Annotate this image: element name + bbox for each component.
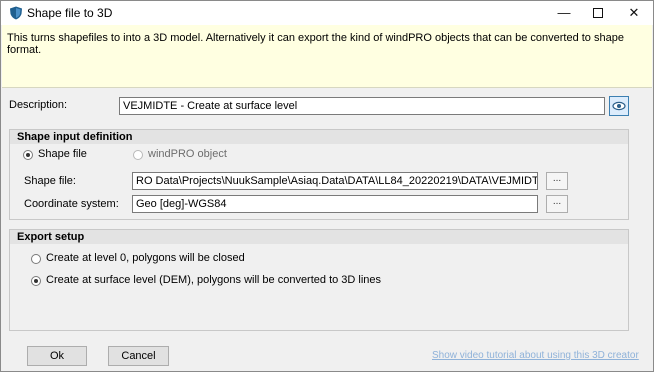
level0-option-label[interactable]: Create at level 0, polygons will be clos… [46, 252, 245, 264]
level0-radio[interactable] [31, 254, 41, 264]
video-tutorial-link[interactable]: Show video tutorial about using this 3D … [432, 350, 639, 361]
coordinate-system-browse-button[interactable]: ... [546, 195, 568, 213]
info-panel: This turns shapefiles to into a 3D model… [2, 25, 652, 88]
shape-file-field[interactable]: RO Data\Projects\NuukSample\Asiaq.Data\D… [132, 172, 538, 190]
shape-file-label: Shape file: [24, 175, 76, 187]
shape-file-option-label[interactable]: Shape file [38, 148, 87, 160]
window-title: Shape file to 3D [27, 6, 113, 20]
info-text: This turns shapefiles to into a 3D model… [7, 32, 624, 56]
shape-input-header: Shape input definition [10, 130, 628, 144]
description-field[interactable]: VEJMIDTE - Create at surface level [119, 97, 605, 115]
title-bar[interactable]: Shape file to 3D — ✕ [1, 1, 653, 25]
shape-input-group: Shape input definition Shape file windPR… [9, 129, 629, 220]
coordinate-system-label: Coordinate system: [24, 198, 119, 210]
coordinate-system-field[interactable]: Geo [deg]-WGS84 [132, 195, 538, 213]
windpro-object-radio[interactable] [133, 150, 143, 160]
maximize-icon [593, 7, 603, 18]
maximize-button[interactable] [581, 1, 615, 25]
shape-file-browse-button[interactable]: ... [546, 172, 568, 190]
export-setup-header: Export setup [10, 230, 628, 244]
minimize-button[interactable]: — [547, 1, 581, 25]
cancel-button[interactable]: Cancel [108, 346, 169, 366]
eye-icon [612, 101, 626, 111]
export-setup-group: Export setup Create at level 0, polygons… [9, 229, 629, 331]
shape-file-radio[interactable] [23, 150, 33, 160]
app-shield-icon [10, 6, 22, 20]
dialog-window: Shape file to 3D — ✕ This turns shapefil… [0, 0, 654, 372]
ok-button[interactable]: Ok [27, 346, 87, 366]
surface-level-option-label[interactable]: Create at surface level (DEM), polygons … [46, 274, 381, 286]
windpro-object-option-label[interactable]: windPRO object [148, 148, 227, 160]
description-label: Description: [9, 99, 68, 111]
surface-level-radio[interactable] [31, 276, 41, 286]
description-options-button[interactable] [609, 96, 629, 116]
close-button[interactable]: ✕ [617, 1, 651, 25]
